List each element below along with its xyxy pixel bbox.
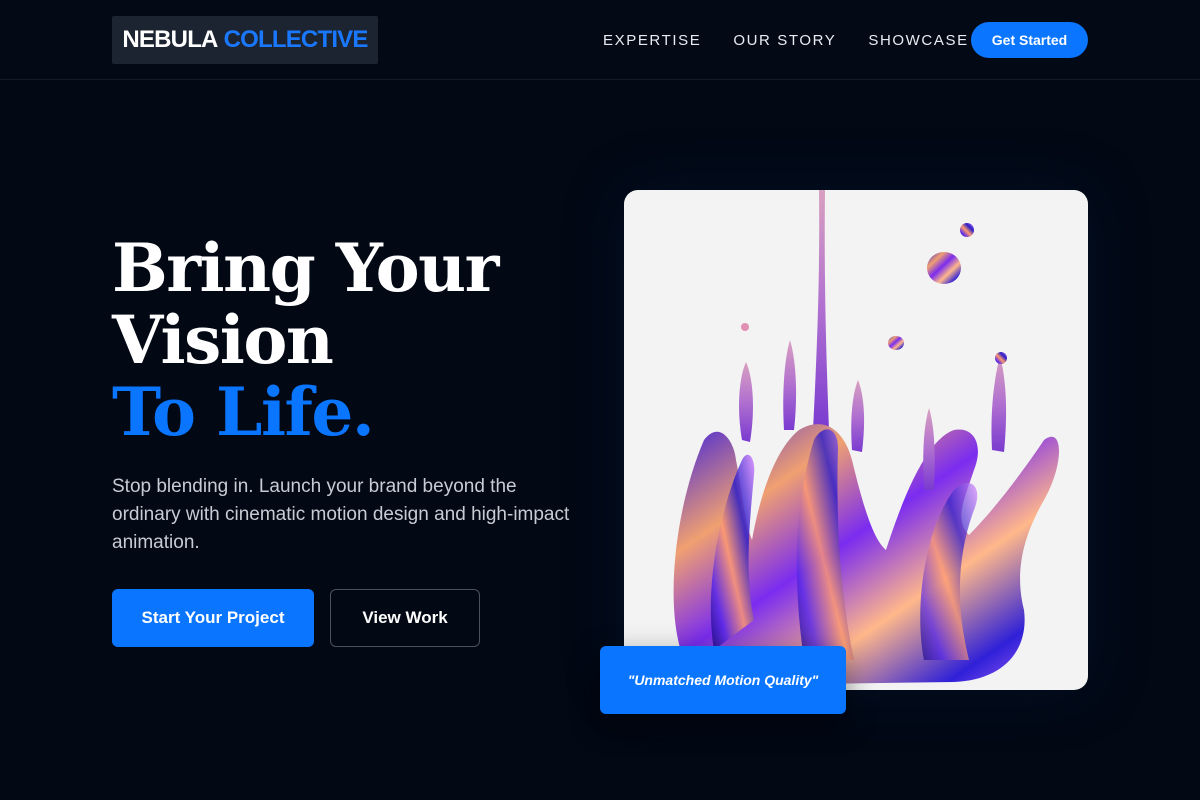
nav-link-our-story[interactable]: OUR STORY bbox=[733, 32, 836, 49]
liquid-splash-image bbox=[673, 190, 1059, 685]
start-project-button[interactable]: Start Your Project bbox=[112, 589, 314, 647]
brand-name-primary: NEBULA bbox=[122, 26, 218, 53]
hero-title-line-2: Vision bbox=[112, 301, 334, 379]
hero-title-line-1: Bring Your bbox=[112, 229, 499, 307]
hero-title: Bring Your Vision To Life. bbox=[112, 229, 499, 451]
nav-link-expertise[interactable]: EXPERTISE bbox=[603, 32, 701, 49]
showcase-image-card bbox=[624, 190, 1088, 690]
get-started-button[interactable]: Get Started bbox=[971, 22, 1088, 58]
brand-name-accent: COLLECTIVE bbox=[223, 26, 369, 53]
view-work-button[interactable]: View Work bbox=[330, 589, 480, 647]
hero-subtitle: Stop blending in. Launch your brand beyo… bbox=[112, 476, 570, 553]
brand-logo[interactable]: NEBULA COLLECTIVE bbox=[112, 16, 378, 64]
main-nav: EXPERTISE OUR STORY SHOWCASE bbox=[603, 0, 1001, 80]
hero-title-line-3: To Life. bbox=[112, 373, 375, 451]
quote-badge: "Unmatched Motion Quality" bbox=[600, 646, 846, 714]
nav-link-showcase[interactable]: SHOWCASE bbox=[868, 32, 968, 49]
site-header: NEBULA COLLECTIVE EXPERTISE OUR STORY SH… bbox=[0, 0, 1200, 80]
